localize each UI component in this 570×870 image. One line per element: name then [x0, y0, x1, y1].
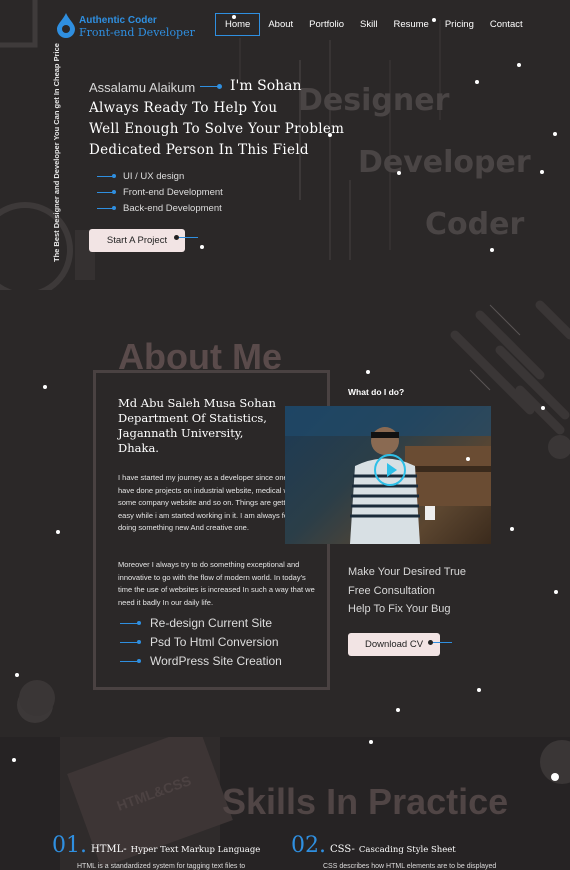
bullet-line-icon	[120, 620, 141, 625]
star-dot	[366, 370, 370, 374]
hero-skill-label: Back-end Development	[123, 203, 222, 214]
skill-fullname: Hyper Text Markup Language	[130, 845, 261, 855]
nav-contact[interactable]: Contact	[482, 19, 531, 30]
star-dot	[554, 590, 558, 594]
hero-skill-item: UI / UX design	[97, 171, 184, 182]
star-dot	[466, 457, 470, 461]
bullet-line-icon	[97, 206, 116, 210]
service-item: Psd To Html Conversion	[120, 635, 279, 649]
nav-home[interactable]: Home	[215, 12, 261, 36]
download-cv-button[interactable]: Download CV	[348, 633, 440, 656]
greeting-text: Assalamu Alaikum	[89, 80, 196, 95]
nav-about[interactable]: About	[260, 19, 301, 30]
service-label: Psd To Html Conversion	[150, 635, 279, 649]
bullet-line-icon	[97, 190, 116, 194]
skill-number: 02.	[291, 833, 326, 858]
offer-item: Make Your Desired True	[348, 566, 467, 578]
bg-word-developer: Developer	[358, 145, 531, 180]
brand-subtitle: Front-end Developer	[79, 26, 195, 39]
skill-name: CSS-	[330, 844, 355, 855]
bg-word-coder: Coder	[425, 207, 525, 242]
headline-3: Dedicated Person In This Field	[89, 142, 309, 158]
bullet-line-icon	[120, 658, 141, 663]
download-dot	[428, 640, 433, 645]
star-dot	[43, 385, 47, 389]
skill-card-html: 01. HTML- Hyper Text Markup Language	[52, 833, 260, 858]
nav-skill[interactable]: Skill	[352, 19, 385, 30]
greeting-name: I'm Sohan	[230, 78, 302, 94]
star-dot	[432, 18, 436, 22]
bullet-line-icon	[120, 639, 141, 644]
hero-skill-label: Front-end Development	[123, 187, 223, 198]
bg-word-designer: Designer	[298, 83, 450, 118]
star-dot	[232, 15, 236, 19]
play-icon[interactable]	[374, 454, 406, 486]
star-dot	[517, 63, 521, 67]
offer-item: Free Consultation	[348, 585, 435, 597]
skill-fullname: Cascading Style Sheet	[358, 845, 456, 855]
star-dot	[15, 673, 19, 677]
service-label: Re-design Current Site	[150, 616, 273, 630]
star-dot	[12, 758, 16, 762]
skill-name: HTML-	[91, 844, 127, 855]
brand-title[interactable]: Authentic Coder	[79, 15, 157, 26]
service-item: WordPress Site Creation	[120, 654, 282, 668]
star-dot	[477, 688, 481, 692]
skill-number: 01.	[52, 833, 87, 858]
nav-portfolio[interactable]: Portfolio	[301, 19, 352, 30]
star-dot	[475, 80, 479, 84]
what-do-i-do-heading: What do I do?	[348, 387, 405, 397]
star-dot	[553, 132, 557, 136]
bullet-line-icon	[97, 174, 116, 178]
about-name: Md Abu Saleh Musa Sohan	[118, 396, 276, 410]
about-city: Dhaka.	[118, 441, 159, 455]
hero-skill-item: Back-end Development	[97, 203, 222, 214]
download-line	[430, 642, 452, 643]
star-dot	[369, 740, 373, 744]
decorative-circle	[19, 680, 55, 716]
hero-skill-item: Front-end Development	[97, 187, 223, 198]
star-dot	[200, 245, 204, 249]
main-nav: Home About Portfolio Skill Resume Pricin…	[215, 12, 531, 36]
about-name-block: Md Abu Saleh Musa Sohan Department Of St…	[118, 396, 298, 456]
about-paragraph-2: Moreover I always try to do something ex…	[118, 560, 315, 607]
nav-resume[interactable]: Resume	[385, 19, 436, 30]
about-university: Jagannath University,	[118, 426, 244, 440]
skill-card-css: 02. CSS- Cascading Style Sheet	[291, 833, 456, 858]
decorative-circle	[548, 435, 570, 459]
offer-item: Help To Fix Your Bug	[348, 603, 451, 615]
intro-video[interactable]	[285, 406, 491, 544]
hero-skill-label: UI / UX design	[123, 171, 185, 182]
vertical-tagline: The Best Designer and Developer You Can …	[52, 43, 61, 262]
cta-line	[176, 237, 198, 238]
skill-description: CSS describes how HTML elements are to b…	[323, 863, 497, 870]
skill-description: HTML is a standardized system for taggin…	[77, 863, 246, 870]
star-dot	[397, 171, 401, 175]
star-dot	[328, 133, 332, 137]
service-item: Re-design Current Site	[120, 616, 272, 630]
star-dot	[396, 708, 400, 712]
headline-1: Always Ready To Help You	[89, 100, 278, 116]
drop-logo-icon[interactable]	[55, 12, 77, 38]
cta-dot	[174, 235, 179, 240]
star-dot	[56, 530, 60, 534]
service-label: WordPress Site Creation	[150, 654, 282, 668]
about-department: Department Of Statistics,	[118, 411, 267, 425]
star-dot	[510, 527, 514, 531]
skills-title: Skills In Practice	[222, 781, 509, 822]
greeting-dot	[217, 84, 222, 89]
start-project-button[interactable]: Start A Project	[89, 229, 185, 252]
hero-section: Authentic Coder Front-end Developer Home…	[0, 0, 570, 290]
star-dot	[540, 170, 544, 174]
star-dot	[490, 248, 494, 252]
star-dot	[541, 406, 545, 410]
nav-pricing[interactable]: Pricing	[437, 19, 482, 30]
headline-2: Well Enough To Solve Your Problem	[89, 121, 345, 137]
